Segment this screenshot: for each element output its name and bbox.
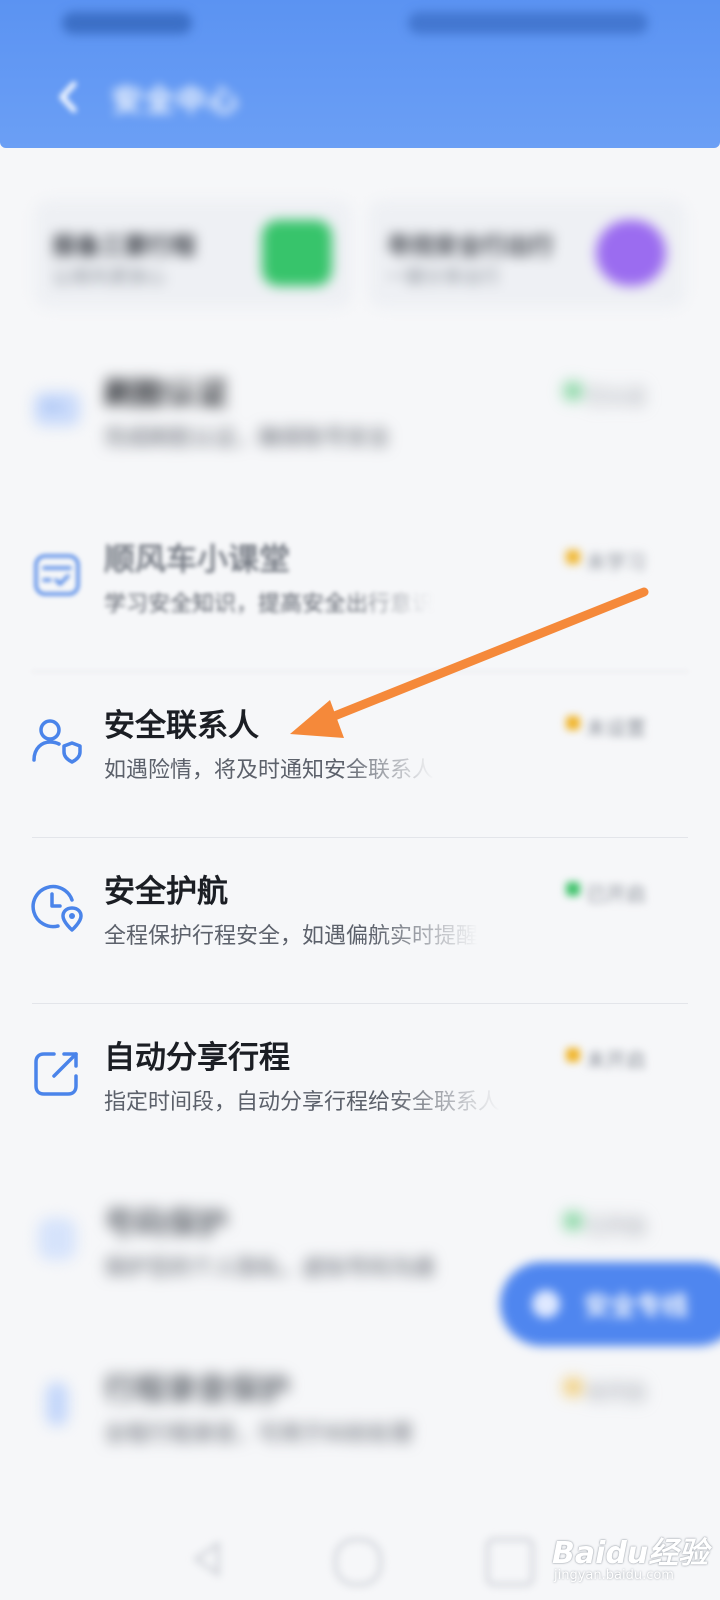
list-item-safety-escort[interactable]: 安全护航 全程保护行程安全，如遇偏航实时提醒 已开启 <box>0 838 720 1004</box>
clock-location-icon <box>28 878 86 936</box>
item-title: 安全护航 <box>104 874 228 910</box>
item-subtitle: 完成刷脸认证，确保账号安全 <box>104 426 391 451</box>
item-title: 顺风车小课堂 <box>104 542 290 578</box>
list-item-auto-share[interactable]: 自动分享行程 指定时间段，自动分享行程给安全联系人 未开启 <box>0 1004 720 1170</box>
phone-shield-icon <box>28 1210 86 1268</box>
page-title: 安全中心 <box>112 84 240 119</box>
item-title: 刷脸认证 <box>104 376 228 412</box>
item-subtitle: 如遇险情，将及时通知安全联系人 <box>104 758 435 783</box>
feature-cards: 报备三要行程 让顺风更放心 寻找安全行出行 一键分享出行 <box>0 148 720 328</box>
status-badge: 已认证 <box>560 376 668 408</box>
list-item-safety-class[interactable]: 顺风车小课堂 学习安全知识，提高安全出行意识 未学习 <box>0 506 720 672</box>
header-bar: 安全中心 <box>0 0 720 148</box>
nav-recents-icon[interactable] <box>486 1538 534 1586</box>
person-shield-icon <box>596 220 666 286</box>
item-title: 号码保护 <box>104 1206 228 1242</box>
nav-home-icon[interactable] <box>334 1538 382 1586</box>
list-item-trip-recording[interactable]: 行程录音保护 全程行程录音，可用于纠纷处理 未开启 <box>0 1336 720 1502</box>
item-subtitle: 学习安全知识，提高安全出行意识 <box>104 592 435 617</box>
item-title: 行程录音保护 <box>104 1372 290 1408</box>
item-title: 自动分享行程 <box>104 1040 290 1076</box>
status-badge: 未学习 <box>560 542 668 574</box>
watermark-text: Baidu经验 <box>552 1536 709 1571</box>
status-badge: 已开启 <box>560 874 668 906</box>
contact-shield-icon <box>28 712 86 770</box>
status-badge: 已开启 <box>560 1206 668 1238</box>
car-shield-icon <box>262 220 332 286</box>
share-icon <box>28 1044 86 1102</box>
float-button-label: 安全专线 <box>584 1292 689 1322</box>
item-subtitle: 全程行程录音，可用于纠纷处理 <box>104 1422 413 1447</box>
watermark-url: jingyan.baidu.com <box>554 1568 674 1583</box>
course-check-icon <box>28 546 86 604</box>
status-bar <box>0 0 720 48</box>
list-item-face-verification[interactable]: 刷脸认证 完成刷脸认证，确保账号安全 已认证 <box>0 340 720 506</box>
status-time <box>62 12 192 34</box>
status-badge: 未开启 <box>560 1372 668 1404</box>
baidu-watermark: Baidu经验 jingyan.baidu.com <box>552 1522 712 1590</box>
feature-card-report[interactable]: 报备三要行程 让顺风更放心 <box>34 200 352 308</box>
feature-card-title: 报备三要行程 <box>52 232 196 260</box>
feature-card-subtitle: 让顺风更放心 <box>52 266 167 288</box>
item-subtitle: 保护您的个人隐私，虚拟号码沟通 <box>104 1256 435 1281</box>
status-badge: 未开启 <box>560 1040 668 1072</box>
back-button[interactable] <box>44 72 94 122</box>
nav-back-icon[interactable] <box>186 1538 228 1580</box>
list-item-safety-contacts[interactable]: 安全联系人 如遇险情，将及时通知安全联系人 未设置 <box>0 672 720 838</box>
item-subtitle: 指定时间段，自动分享行程给安全联系人 <box>104 1090 501 1115</box>
headset-icon <box>532 1290 560 1318</box>
feature-card-travel[interactable]: 寻找安全行出行 一键分享出行 <box>368 200 686 308</box>
item-title: 安全联系人 <box>104 708 259 744</box>
safety-hotline-button[interactable]: 安全专线 <box>500 1262 720 1346</box>
mic-icon <box>28 1376 86 1434</box>
chevron-left-icon <box>59 81 77 113</box>
feature-card-subtitle: 一键分享出行 <box>386 266 501 288</box>
id-card-icon <box>28 380 86 438</box>
feature-card-title: 寻找安全行出行 <box>386 232 554 260</box>
item-subtitle: 全程保护行程安全，如遇偏航实时提醒 <box>104 924 479 949</box>
status-icons <box>408 12 648 34</box>
status-badge: 未设置 <box>560 708 668 740</box>
